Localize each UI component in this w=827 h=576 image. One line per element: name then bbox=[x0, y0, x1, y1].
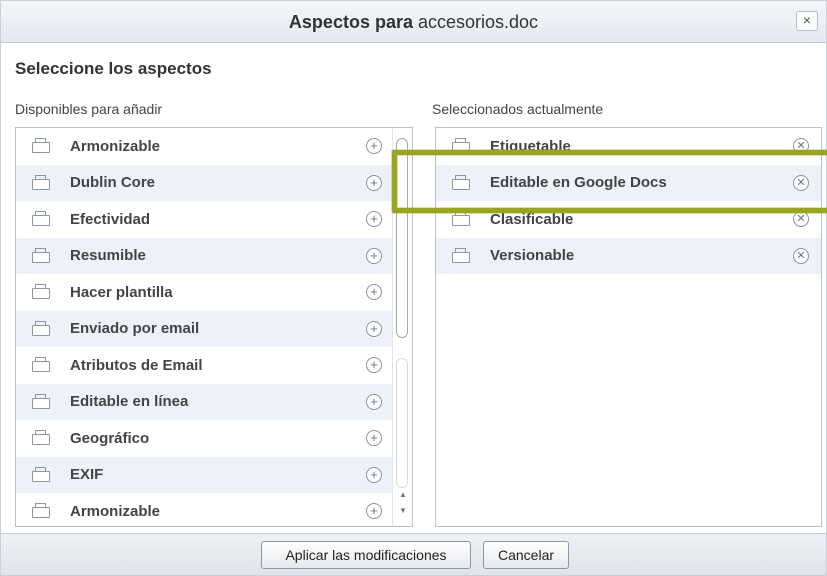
add-circle-icon[interactable]: + bbox=[366, 430, 382, 446]
aspect-icon bbox=[32, 138, 50, 153]
list-item[interactable]: Dublin Core + bbox=[16, 164, 392, 201]
list-item[interactable]: EXIF + bbox=[16, 456, 392, 493]
add-circle-icon[interactable]: + bbox=[366, 211, 382, 227]
add-circle-icon[interactable]: + bbox=[366, 247, 382, 264]
aspect-icon bbox=[32, 211, 50, 226]
dialog-title-filename: accesorios.doc bbox=[418, 12, 539, 32]
list-item[interactable]: Clasificable ✕ bbox=[436, 201, 821, 238]
remove-circle-icon[interactable]: ✕ bbox=[793, 211, 809, 227]
list-item[interactable]: Resumible + bbox=[16, 237, 392, 274]
list-item-label: Editable en línea bbox=[70, 393, 189, 411]
list-item[interactable]: Geográfico + bbox=[16, 420, 392, 457]
aspect-icon bbox=[32, 503, 50, 518]
available-label: Disponibles para añadir bbox=[15, 101, 163, 117]
list-item[interactable]: Atributos de Email + bbox=[16, 347, 392, 384]
list-item-label: Armonizable bbox=[70, 137, 161, 155]
dialog-footer: Aplicar las modificaciones Cancelar bbox=[1, 533, 826, 575]
aspect-icon bbox=[452, 247, 470, 263]
aspect-icon bbox=[452, 211, 470, 226]
remove-circle-icon[interactable]: ✕ bbox=[793, 247, 809, 264]
scroll-down-arrow-icon[interactable]: ▼ bbox=[398, 506, 408, 515]
dialog-title-prefix: Aspectos para bbox=[288, 12, 413, 32]
list-item-label: Armonizable bbox=[70, 502, 161, 520]
selected-label: Seleccionados actualmente bbox=[432, 101, 604, 117]
list-item-label: Resumible bbox=[70, 247, 146, 265]
list-item-label: Etiquetable bbox=[490, 137, 571, 155]
list-item-label: Atributos de Email bbox=[70, 356, 203, 374]
aspects-dialog: Aspectos para accesorios.doc × Seleccion… bbox=[0, 0, 827, 576]
add-circle-icon[interactable]: + bbox=[366, 138, 382, 154]
available-list: Armonizable + Dublin Core + Efectividad + Resu… bbox=[15, 127, 413, 527]
list-item-label: Efectividad bbox=[70, 210, 151, 228]
list-item[interactable]: Etiquetable ✕ bbox=[436, 128, 821, 165]
scrollbar-track[interactable] bbox=[396, 358, 408, 488]
add-circle-icon[interactable]: + bbox=[366, 466, 382, 483]
cancel-button[interactable]: Cancelar bbox=[483, 541, 569, 569]
dialog-heading: Seleccione los aspectos bbox=[15, 59, 212, 78]
aspect-icon bbox=[452, 174, 470, 190]
list-item[interactable]: Armonizable + bbox=[16, 493, 392, 526]
list-item-label: Geográfico bbox=[70, 429, 150, 447]
scrollbar-thumb[interactable] bbox=[396, 138, 408, 338]
list-item-label: Clasificable bbox=[490, 210, 574, 228]
list-item-label: Editable en Google Docs bbox=[490, 174, 667, 192]
aspect-icon bbox=[32, 357, 50, 372]
list-item[interactable]: Enviado por email + bbox=[16, 310, 392, 347]
list-item[interactable]: Editable en Google Docs ✕ bbox=[436, 164, 821, 201]
aspect-icon bbox=[32, 174, 50, 190]
add-circle-icon[interactable]: + bbox=[366, 284, 382, 300]
list-item-label: EXIF bbox=[70, 466, 104, 484]
add-circle-icon[interactable]: + bbox=[366, 503, 382, 519]
dialog-titlebar: Aspectos para accesorios.doc × bbox=[1, 1, 826, 43]
aspect-icon bbox=[32, 430, 50, 445]
aspect-icon bbox=[32, 247, 50, 263]
selected-list: Etiquetable ✕ Editable en Google Docs ✕ Clas… bbox=[435, 127, 822, 527]
list-item[interactable]: Versionable ✕ bbox=[436, 237, 821, 274]
list-item[interactable]: Hacer plantilla + bbox=[16, 274, 392, 311]
list-item[interactable]: Efectividad + bbox=[16, 201, 392, 238]
aspect-icon bbox=[32, 320, 50, 336]
list-item[interactable]: Armonizable + bbox=[16, 128, 392, 165]
remove-circle-icon[interactable]: ✕ bbox=[793, 174, 809, 191]
add-circle-icon[interactable]: + bbox=[366, 393, 382, 410]
close-button[interactable]: × bbox=[796, 11, 818, 31]
list-item-label: Enviado por email bbox=[70, 320, 200, 338]
scroll-up-arrow-icon[interactable]: ▲ bbox=[398, 490, 408, 499]
add-circle-icon[interactable]: + bbox=[366, 320, 382, 337]
available-scrollbar[interactable]: ▲ ▼ bbox=[392, 128, 412, 526]
add-circle-icon[interactable]: + bbox=[366, 174, 382, 191]
list-item-label: Hacer plantilla bbox=[70, 283, 173, 301]
list-item[interactable]: Editable en línea + bbox=[16, 383, 392, 420]
list-item-label: Dublin Core bbox=[70, 174, 155, 192]
list-item-label: Versionable bbox=[490, 247, 575, 265]
aspect-icon bbox=[32, 466, 50, 482]
aspect-icon bbox=[452, 138, 470, 153]
add-circle-icon[interactable]: + bbox=[366, 357, 382, 373]
aspect-icon bbox=[32, 393, 50, 409]
aspect-icon bbox=[32, 284, 50, 299]
remove-circle-icon[interactable]: ✕ bbox=[793, 138, 809, 154]
apply-changes-button[interactable]: Aplicar las modificaciones bbox=[261, 541, 471, 569]
